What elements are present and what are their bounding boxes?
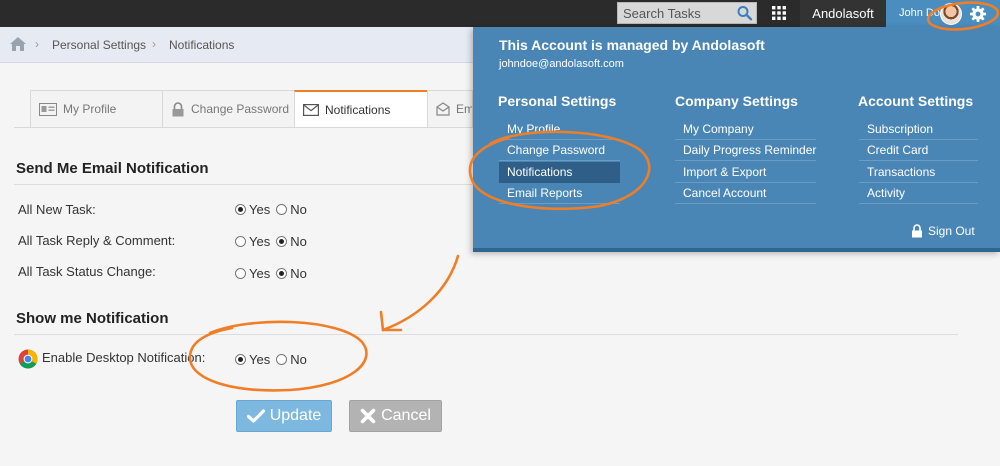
menu-item-activity[interactable]: Activity — [859, 183, 978, 204]
search-box — [617, 2, 757, 24]
menu-item-cancel-account[interactable]: Cancel Account — [675, 183, 816, 204]
radio-no[interactable] — [276, 204, 288, 215]
tab-label: Email Reports — [456, 102, 473, 116]
radio-group-desktop-notification: Yes No — [235, 352, 313, 367]
menu-item-transactions[interactable]: Transactions — [859, 162, 978, 183]
breadcrumb-item-notifications: Notifications — [169, 38, 235, 52]
row-label-task-status-change: All Task Status Change: — [18, 264, 156, 279]
radio-yes[interactable] — [235, 354, 246, 365]
lock-icon — [912, 224, 922, 238]
sign-out-label: Sign Out — [928, 224, 975, 238]
annotation-arrow — [381, 254, 460, 332]
email-report-icon — [436, 102, 450, 116]
menu-heading-account-settings: Account Settings — [858, 93, 974, 109]
show-notification-heading: Show me Notification — [16, 310, 169, 327]
radio-group-all-new-task: Yes No — [235, 202, 313, 217]
search-icon[interactable] — [736, 5, 754, 21]
radio-yes-label: Yes — [249, 266, 271, 281]
lock-icon — [172, 101, 184, 116]
org-name[interactable]: Andolasoft — [800, 0, 886, 27]
tab-email-reports[interactable]: Email Reports — [427, 90, 473, 128]
radio-yes-label: Yes — [249, 352, 271, 367]
avatar — [940, 3, 962, 25]
menu-item-subscription[interactable]: Subscription — [859, 119, 978, 140]
radio-yes[interactable] — [235, 236, 246, 247]
tab-label: Change Password — [191, 102, 290, 116]
settings-dropdown-menu: This Account is managed by Andolasoft jo… — [473, 27, 1000, 252]
menu-heading-company-settings: Company Settings — [675, 93, 798, 109]
menu-item-credit-card[interactable]: Credit Card — [859, 140, 978, 161]
radio-yes-label: Yes — [249, 202, 271, 217]
search-input[interactable] — [618, 3, 734, 23]
checkmark-icon — [246, 409, 265, 423]
divider — [14, 184, 474, 185]
divider — [14, 334, 958, 335]
radio-group-task-reply-comment: Yes No — [235, 234, 313, 249]
menu-item-my-profile[interactable]: My Profile — [499, 119, 620, 140]
radio-no[interactable] — [276, 236, 288, 247]
tab-notifications[interactable]: Notifications — [294, 90, 428, 128]
tab-my-profile[interactable]: My Profile — [30, 90, 163, 128]
radio-no-label: No — [290, 202, 307, 217]
radio-no-label: No — [290, 234, 307, 249]
chevron-right-icon: › — [152, 37, 156, 51]
cancel-button[interactable]: Cancel — [349, 400, 442, 432]
tab-change-password[interactable]: Change Password — [162, 90, 295, 128]
tab-label: Notifications — [325, 102, 391, 117]
email-notification-heading: Send Me Email Notification — [16, 160, 209, 177]
update-button[interactable]: Update — [236, 400, 332, 432]
radio-no[interactable] — [276, 268, 288, 279]
radio-no-label: No — [290, 352, 307, 367]
radio-no-label: No — [290, 266, 307, 281]
breadcrumb-item-personal-settings[interactable]: Personal Settings — [52, 38, 146, 52]
radio-group-task-status-change: Yes No — [235, 266, 313, 281]
menu-title: This Account is managed by Andolasoft — [499, 37, 765, 53]
user-menu-button[interactable]: John Doe — [886, 0, 1000, 27]
menu-heading-personal-settings: Personal Settings — [498, 93, 617, 109]
menu-item-email-reports[interactable]: Email Reports — [499, 183, 620, 204]
id-card-icon — [39, 102, 57, 116]
gear-icon[interactable] — [968, 4, 988, 24]
tabs-divider — [14, 127, 474, 128]
sign-out-link[interactable]: Sign Out — [911, 224, 975, 238]
menu-email: johndoe@andolasoft.com — [499, 58, 624, 70]
tab-label: My Profile — [63, 102, 117, 116]
apps-grid-icon[interactable] — [765, 2, 793, 24]
close-icon — [360, 408, 376, 424]
row-label-desktop-notification: Enable Desktop Notification: — [42, 350, 206, 365]
radio-yes[interactable] — [235, 204, 246, 215]
update-button-label: Update — [269, 407, 322, 424]
annotation-arrowhead — [379, 310, 403, 332]
menu-item-notifications[interactable]: Notifications — [499, 162, 620, 183]
menu-item-import-export[interactable]: Import & Export — [675, 162, 816, 183]
menu-item-my-company[interactable]: My Company — [675, 119, 816, 140]
home-icon[interactable] — [9, 36, 27, 52]
cancel-button-label: Cancel — [381, 407, 431, 424]
chrome-icon — [18, 349, 38, 369]
menu-item-daily-progress-reminder[interactable]: Daily Progress Reminder — [675, 140, 816, 161]
radio-no[interactable] — [276, 354, 288, 365]
row-label-all-new-task: All New Task: — [18, 202, 96, 217]
radio-yes-label: Yes — [249, 234, 271, 249]
top-bar: Andolasoft John Doe — [0, 0, 1000, 27]
menu-item-change-password[interactable]: Change Password — [499, 140, 620, 161]
radio-yes[interactable] — [235, 268, 246, 279]
chevron-right-icon: › — [35, 37, 39, 51]
row-label-task-reply-comment: All Task Reply & Comment: — [18, 233, 176, 248]
envelope-icon — [303, 103, 319, 116]
